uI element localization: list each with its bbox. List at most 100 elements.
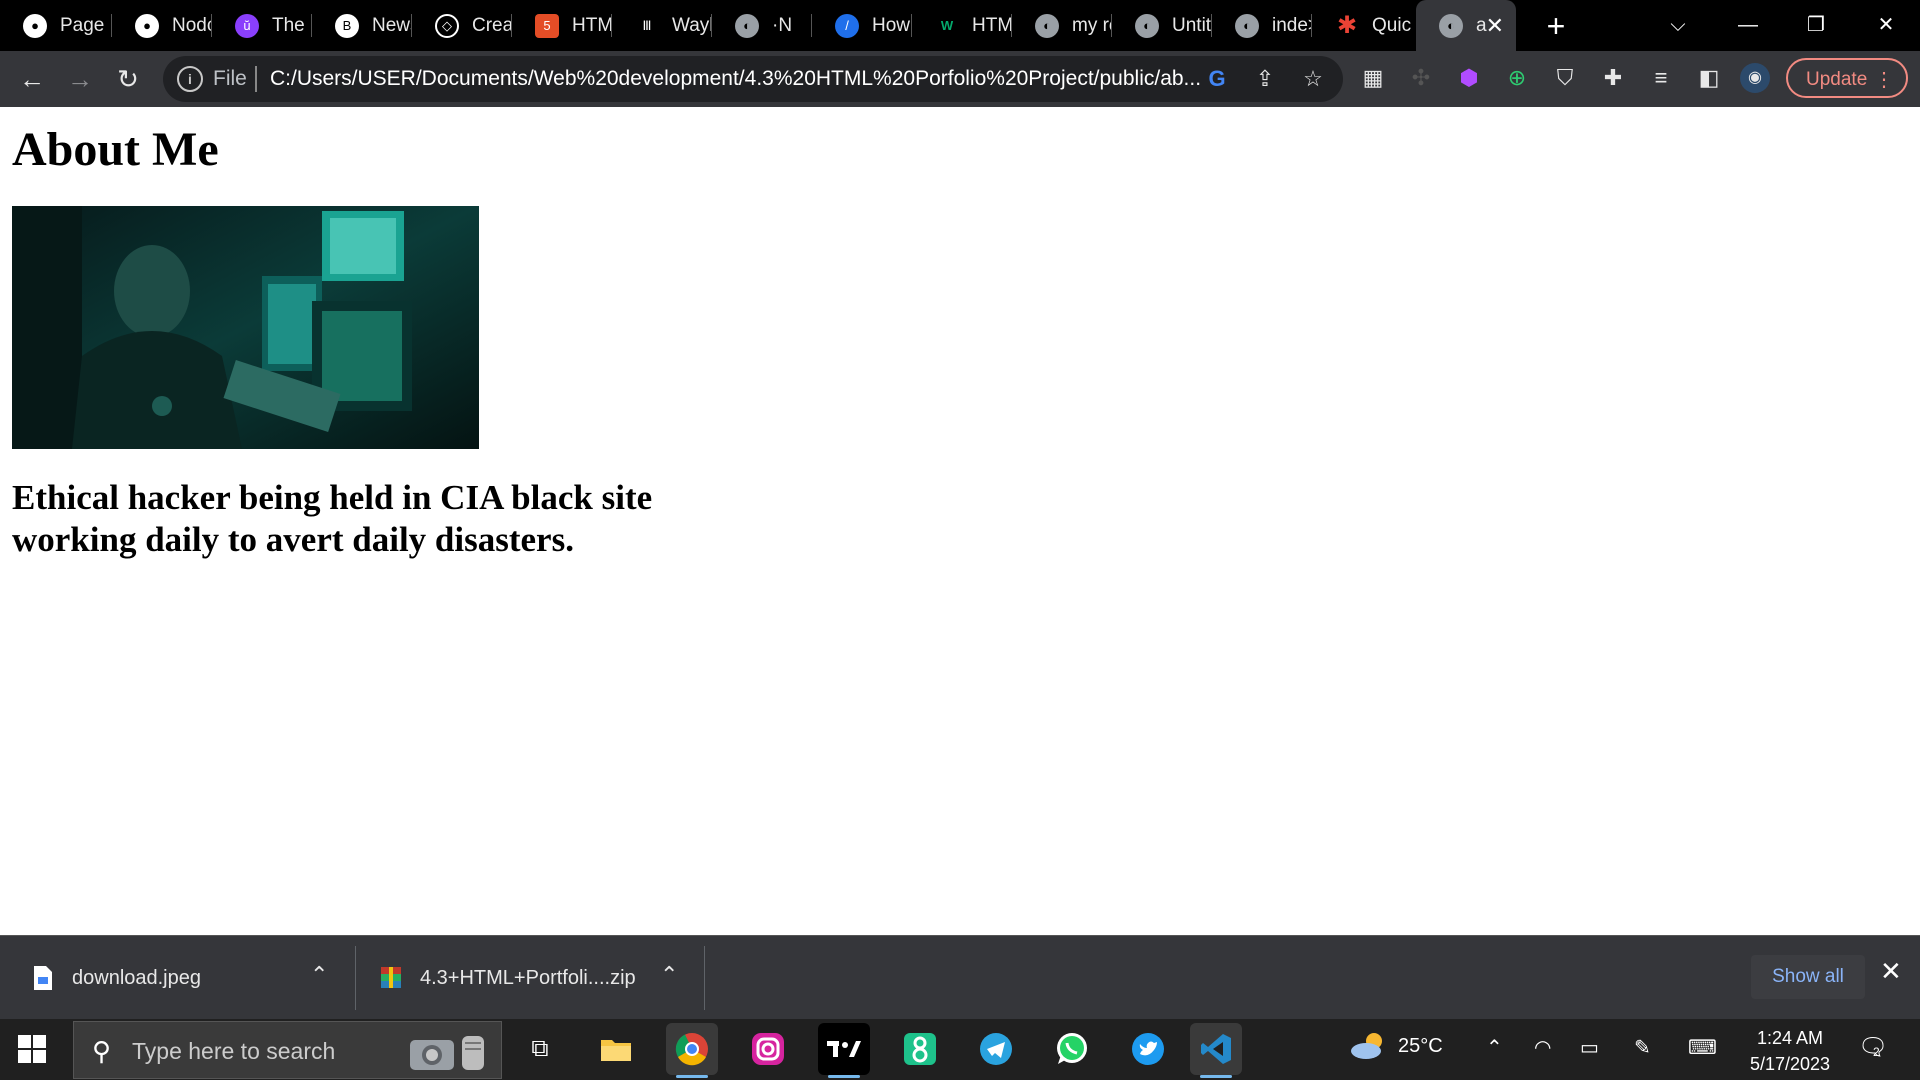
tab-html5[interactable]: 5 HTMl bbox=[512, 0, 612, 51]
taskbar-search-box[interactable]: ⚲ Type here to search bbox=[73, 1021, 502, 1079]
qr-code-icon[interactable]: ▦ bbox=[1356, 61, 1390, 95]
tab-active-about[interactable]: ◐ a ✕ bbox=[1416, 0, 1516, 51]
download-filename: download.jpeg bbox=[72, 966, 201, 989]
share-icon[interactable]: ⇪ bbox=[1251, 65, 1279, 93]
tab-udemy[interactable]: ŭ The ( bbox=[212, 0, 312, 51]
web-page: About Me Ethical hacker being held in CI… bbox=[0, 107, 1920, 935]
tab-github-node[interactable]: ● Nodc bbox=[112, 0, 212, 51]
new-tab-button[interactable]: + bbox=[1536, 6, 1576, 46]
chevron-up-icon[interactable]: ⌃ bbox=[310, 962, 328, 988]
tab-label: HTMl bbox=[972, 14, 1012, 36]
news-icon: B bbox=[335, 13, 359, 38]
tab-github-pages[interactable]: ● Page bbox=[0, 0, 112, 51]
tab-search-icon[interactable]: ⌵ bbox=[1650, 5, 1706, 45]
tab-codepen[interactable]: ◇ Creat bbox=[412, 0, 512, 51]
tab-label: Nodc bbox=[172, 14, 212, 36]
asterisk-icon: ✱ bbox=[1336, 12, 1358, 39]
weather-cloud-icon[interactable] bbox=[1348, 1031, 1388, 1067]
tab-index[interactable]: ◐ inde> bbox=[1212, 0, 1312, 51]
address-bar[interactable]: i File C:/Users/USER/Documents/Web%20dev… bbox=[163, 56, 1343, 102]
update-label: Update bbox=[1806, 69, 1868, 90]
clock-time: 1:24 AM bbox=[1756, 1028, 1824, 1048]
tab-label: News bbox=[372, 14, 412, 36]
w3schools-icon: W bbox=[935, 13, 959, 38]
tab-quick[interactable]: ✱ Quic bbox=[1312, 0, 1412, 51]
download-item[interactable]: 4.3+HTML+Portfoli....zip ⌃ bbox=[380, 936, 680, 1020]
system-clock[interactable]: 1:24 AM 5/17/2023 bbox=[1730, 1025, 1850, 1077]
side-panel-icon[interactable]: ◧ bbox=[1692, 61, 1726, 95]
close-window-icon[interactable]: ✕ bbox=[1858, 5, 1914, 45]
download-divider bbox=[704, 946, 705, 1010]
vpn-extension-icon[interactable]: ⬢ bbox=[1452, 61, 1486, 95]
keyboard-icon[interactable]: ⌨ bbox=[1688, 1035, 1717, 1060]
scheme-label: File bbox=[213, 67, 247, 90]
clock-date: 5/17/2023 bbox=[1749, 1054, 1831, 1074]
tab-wayback[interactable]: Ⅲ Wayl bbox=[612, 0, 712, 51]
tab-label: Quic bbox=[1372, 14, 1412, 36]
battery-icon[interactable]: ▭ bbox=[1580, 1035, 1599, 1060]
tab-label: inde> bbox=[1272, 14, 1312, 36]
wifi-icon[interactable]: ◠ bbox=[1534, 1035, 1551, 1060]
tab-news[interactable]: B News bbox=[312, 0, 412, 51]
tab-n[interactable]: ◐ ·N bbox=[712, 0, 812, 51]
twitter-icon[interactable] bbox=[1122, 1023, 1174, 1075]
download-extension-icon[interactable]: ⊕ bbox=[1500, 61, 1534, 95]
pen-icon[interactable]: ✎ bbox=[1634, 1035, 1651, 1060]
site-info-icon[interactable]: i bbox=[177, 66, 203, 92]
puzzle-extensions-icon[interactable]: ✚ bbox=[1596, 61, 1630, 95]
restore-icon[interactable]: ❐ bbox=[1788, 5, 1844, 45]
tab-label: ·N bbox=[772, 14, 793, 36]
notification-count: 2 bbox=[1873, 1045, 1880, 1059]
url-text[interactable]: C:/Users/USER/Documents/Web%20developmen… bbox=[270, 67, 1201, 91]
whatsapp-icon[interactable] bbox=[1046, 1023, 1098, 1075]
forward-icon[interactable]: → bbox=[62, 61, 98, 97]
chevron-up-tray-icon[interactable]: ⌃ bbox=[1486, 1035, 1503, 1060]
google-icon[interactable]: G bbox=[1203, 65, 1231, 93]
vscode-icon[interactable] bbox=[1190, 1023, 1242, 1078]
profile-avatar[interactable]: ◉ bbox=[1740, 63, 1770, 93]
update-button[interactable]: Update ⋮ bbox=[1786, 58, 1908, 98]
search-highlight-illustration bbox=[410, 1036, 484, 1070]
freecodecamp-icon: / bbox=[835, 13, 859, 38]
notification-icon[interactable]: 🗨 2 bbox=[1858, 1033, 1888, 1062]
close-downloads-icon[interactable]: ✕ bbox=[1880, 956, 1902, 987]
more-menu-icon[interactable]: ⋮ bbox=[1874, 60, 1894, 100]
tab-freecodecamp[interactable]: / How bbox=[812, 0, 912, 51]
media-control-icon[interactable]: ≡ bbox=[1644, 61, 1678, 95]
tab-w3schools[interactable]: W HTMl bbox=[912, 0, 1012, 51]
search-icon: ⚲ bbox=[92, 1036, 112, 1066]
globe-icon: ◐ bbox=[735, 13, 759, 38]
bookmark-star-icon[interactable]: ☆ bbox=[1299, 65, 1327, 93]
browser-toolbar: ← → ↻ i File C:/Users/USER/Documents/Web… bbox=[0, 51, 1920, 107]
back-icon[interactable]: ← bbox=[14, 61, 50, 97]
minimize-icon[interactable]: — bbox=[1720, 5, 1776, 45]
chevron-up-icon[interactable]: ⌃ bbox=[660, 962, 678, 988]
download-item[interactable]: download.jpeg ⌃ bbox=[32, 936, 332, 1020]
tab-my-repo[interactable]: ◐ my re bbox=[1012, 0, 1112, 51]
tab-label: Page bbox=[60, 14, 105, 36]
weather-temperature[interactable]: 25°C bbox=[1398, 1035, 1443, 1058]
chrome-icon[interactable] bbox=[666, 1023, 718, 1078]
task-view-icon[interactable]: ⧉ bbox=[514, 1023, 566, 1075]
archive-icon: Ⅲ bbox=[635, 13, 659, 38]
file-explorer-icon[interactable] bbox=[590, 1023, 642, 1075]
tab-untitled[interactable]: ◐ Untit bbox=[1112, 0, 1212, 51]
globe-icon: ◐ bbox=[1235, 13, 1259, 38]
tab-strip: ● Page ● Nodc ŭ The ( B News ◇ Creat 5 H… bbox=[0, 0, 1920, 51]
reload-icon[interactable]: ↻ bbox=[110, 61, 146, 97]
eight-app-icon[interactable] bbox=[894, 1023, 946, 1075]
close-tab-icon[interactable]: ✕ bbox=[1486, 13, 1504, 39]
page-heading: About Me bbox=[12, 123, 219, 176]
tab-label: Creat bbox=[472, 14, 512, 36]
telegram-icon[interactable] bbox=[970, 1023, 1022, 1075]
windows-start-icon[interactable] bbox=[18, 1035, 46, 1063]
html5-icon: 5 bbox=[535, 13, 559, 38]
extension-disabled-icon[interactable]: ✣ bbox=[1404, 61, 1438, 95]
tradingview-icon[interactable] bbox=[818, 1023, 870, 1078]
instagram-icon[interactable] bbox=[742, 1023, 794, 1075]
search-placeholder: Type here to search bbox=[132, 1038, 336, 1064]
show-all-button[interactable]: Show all bbox=[1751, 955, 1865, 999]
udemy-icon: ŭ bbox=[235, 13, 259, 38]
hacker-photo bbox=[12, 206, 479, 449]
shield-icon[interactable]: ⛉ bbox=[1548, 61, 1582, 95]
